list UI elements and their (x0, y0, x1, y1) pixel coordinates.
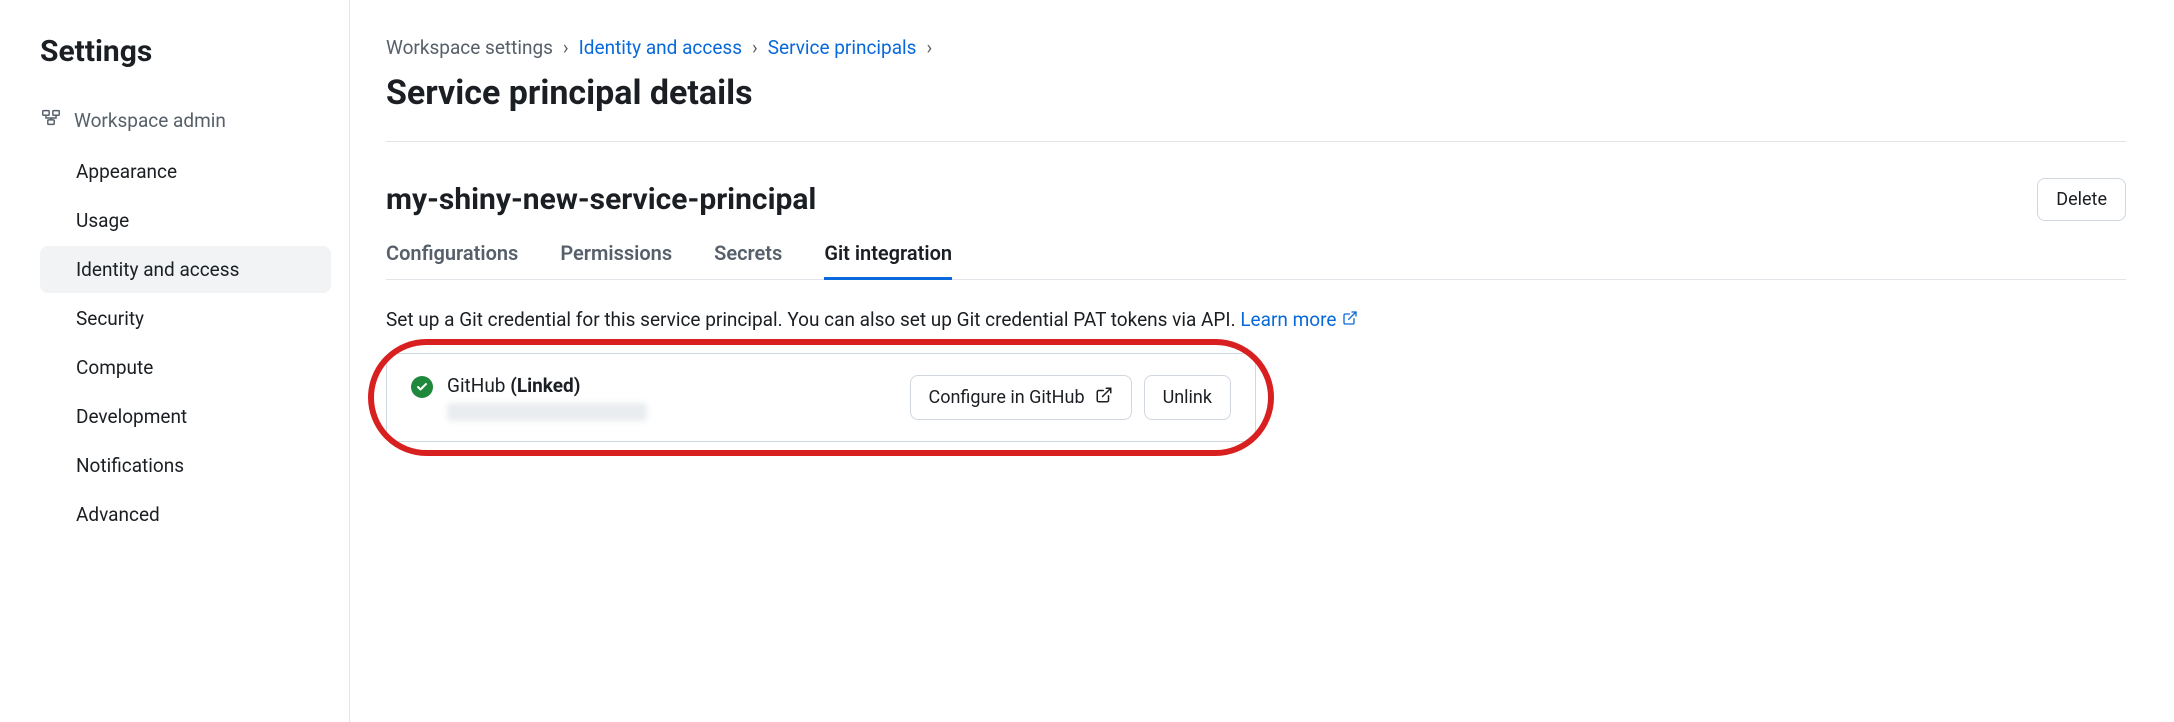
sidebar: Settings Workspace admin Appearance Usag… (0, 0, 350, 722)
breadcrumb: Workspace settings › Identity and access… (386, 36, 2126, 59)
redacted-value (447, 403, 647, 421)
sidebar-item-security[interactable]: Security (40, 295, 331, 342)
check-circle-icon (411, 376, 433, 398)
breadcrumb-item-identity-access[interactable]: Identity and access (579, 36, 742, 59)
external-link-icon (1342, 308, 1358, 331)
settings-title: Settings (40, 34, 331, 69)
entity-header-row: my-shiny-new-service-principal Delete (386, 178, 2126, 221)
tab-permissions[interactable]: Permissions (560, 241, 672, 279)
tab-secrets[interactable]: Secrets (714, 241, 782, 279)
workspace-admin-icon (40, 107, 62, 134)
unlink-button[interactable]: Unlink (1144, 375, 1231, 420)
tabs: Configurations Permissions Secrets Git i… (386, 241, 2126, 280)
sidebar-items: Appearance Usage Identity and access Sec… (40, 148, 331, 538)
git-credential-highlight: GitHub (Linked) Configure in GitHub (386, 353, 1256, 442)
configure-in-github-button[interactable]: Configure in GitHub (910, 375, 1132, 420)
sidebar-item-advanced[interactable]: Advanced (40, 491, 331, 538)
sidebar-item-appearance[interactable]: Appearance (40, 148, 331, 195)
entity-name: my-shiny-new-service-principal (386, 182, 816, 217)
sidebar-item-usage[interactable]: Usage (40, 197, 331, 244)
divider (386, 141, 2126, 142)
tab-configurations[interactable]: Configurations (386, 241, 518, 279)
breadcrumb-separator: › (752, 36, 758, 59)
breadcrumb-item-service-principals[interactable]: Service principals (768, 36, 917, 59)
page-title: Service principal details (386, 73, 2126, 113)
tab-description: Set up a Git credential for this service… (386, 308, 2126, 331)
sidebar-item-development[interactable]: Development (40, 393, 331, 440)
external-link-icon (1095, 386, 1113, 409)
sidebar-section-header: Workspace admin (40, 107, 331, 134)
card-text: GitHub (Linked) (447, 374, 647, 421)
breadcrumb-separator: › (563, 36, 569, 59)
sidebar-item-compute[interactable]: Compute (40, 344, 331, 391)
sidebar-item-notifications[interactable]: Notifications (40, 442, 331, 489)
breadcrumb-item-workspace-settings: Workspace settings (386, 36, 553, 59)
git-provider-status: GitHub (Linked) (447, 374, 647, 397)
breadcrumb-separator: › (926, 36, 932, 59)
tab-git-integration[interactable]: Git integration (824, 241, 952, 279)
sidebar-item-identity-access[interactable]: Identity and access (40, 246, 331, 293)
git-credential-card: GitHub (Linked) Configure in GitHub (386, 353, 1256, 442)
learn-more-link[interactable]: Learn more (1240, 308, 1358, 331)
sidebar-section-label: Workspace admin (74, 109, 226, 132)
main-content: Workspace settings › Identity and access… (350, 0, 2174, 722)
card-left: GitHub (Linked) (411, 374, 647, 421)
card-actions: Configure in GitHub Unlink (910, 375, 1232, 420)
delete-button[interactable]: Delete (2037, 178, 2126, 221)
